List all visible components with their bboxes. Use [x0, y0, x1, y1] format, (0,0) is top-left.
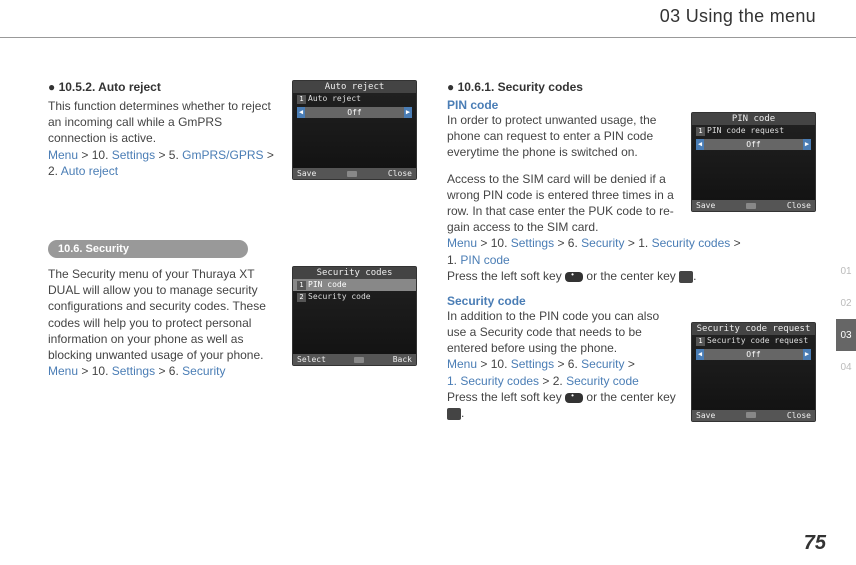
right-column: ● 10.6.1. Security codes PIN code In ord…: [447, 80, 816, 422]
center-key-icon: [354, 357, 364, 363]
softkey-save: Save: [696, 201, 715, 210]
softkey-save: Save: [696, 411, 715, 420]
heading-security-codes: ● 10.6.1. Security codes: [447, 80, 816, 94]
phone-screenshot-security-codes: Security codes 1PIN code 2Security code …: [292, 266, 417, 366]
phone-screenshot-security-code-request: Security code request 1Security code req…: [691, 322, 816, 422]
heading-auto-reject: ● 10.5.2. Auto reject: [48, 80, 282, 94]
center-key-icon: [447, 408, 461, 420]
heading-security-code: Security code: [447, 294, 681, 308]
center-key-icon: [746, 203, 756, 209]
crumb-menu: Menu: [48, 148, 78, 162]
press-line-pin: Press the left soft key or the center ke…: [447, 268, 816, 284]
left-column: ● 10.5.2. Auto reject This function dete…: [48, 80, 417, 422]
softkey-select: Select: [297, 355, 326, 364]
breadcrumb-security: Menu > 10. Settings > 6. Security: [48, 363, 282, 379]
center-key-icon: [679, 271, 693, 283]
para-pin-2: Access to the SIM card will be denied if…: [447, 171, 681, 236]
heading-pin-code: PIN code: [447, 98, 681, 112]
press-line-security: Press the left soft key or the center ke…: [447, 389, 681, 421]
content-columns: ● 10.5.2. Auto reject This function dete…: [48, 80, 816, 422]
section-bar-security: 10.6. Security: [48, 240, 248, 258]
tab-03[interactable]: 03: [836, 319, 856, 351]
tab-04[interactable]: 04: [836, 351, 856, 383]
phone-title: Auto reject: [293, 81, 416, 93]
tab-02[interactable]: 02: [836, 287, 856, 319]
para-pin-1: In order to protect unwanted usage, the …: [447, 112, 681, 161]
para-auto-reject: This function determines whether to reje…: [48, 98, 282, 147]
crumb-settings: Settings: [112, 148, 155, 162]
breadcrumb-security-code: Menu > 10. Settings > 6. Security > 1. S…: [447, 356, 681, 388]
breadcrumb-auto-reject: Menu > 10. Settings > 5. GmPRS/GPRS > 2.…: [48, 147, 282, 179]
para-security-code: In addition to the PIN code you can also…: [447, 308, 681, 357]
soft-key-icon: [565, 272, 583, 282]
para-security: The Security menu of your Thuraya XT DUA…: [48, 266, 282, 363]
phone-title: Security code request: [692, 323, 815, 335]
tab-01[interactable]: 01: [836, 255, 856, 287]
softkey-close: Close: [787, 201, 811, 210]
crumb-gmprs: GmPRS/GPRS: [182, 148, 263, 162]
phone-title: PIN code: [692, 113, 815, 125]
softkey-back: Back: [393, 355, 412, 364]
center-key-icon: [347, 171, 357, 177]
crumb-auto-reject: Auto reject: [61, 164, 118, 178]
page-number: 75: [804, 532, 826, 555]
page-header: 03 Using the menu: [0, 0, 856, 38]
breadcrumb-pin: Menu > 10. Settings > 6. Security > 1. S…: [447, 235, 816, 267]
softkey-close: Close: [388, 169, 412, 178]
soft-key-icon: [565, 393, 583, 403]
center-key-icon: [746, 412, 756, 418]
chapter-tabs: 01 02 03 04: [836, 255, 856, 383]
softkey-close: Close: [787, 411, 811, 420]
phone-title: Security codes: [293, 267, 416, 279]
chapter-title: 03 Using the menu: [660, 6, 816, 27]
phone-screenshot-auto-reject: Auto reject 1Auto reject ◀Off▶ Save Clos…: [292, 80, 417, 180]
phone-screenshot-pin-code: PIN code 1PIN code request ◀Off▶ Save Cl…: [691, 112, 816, 212]
softkey-save: Save: [297, 169, 316, 178]
